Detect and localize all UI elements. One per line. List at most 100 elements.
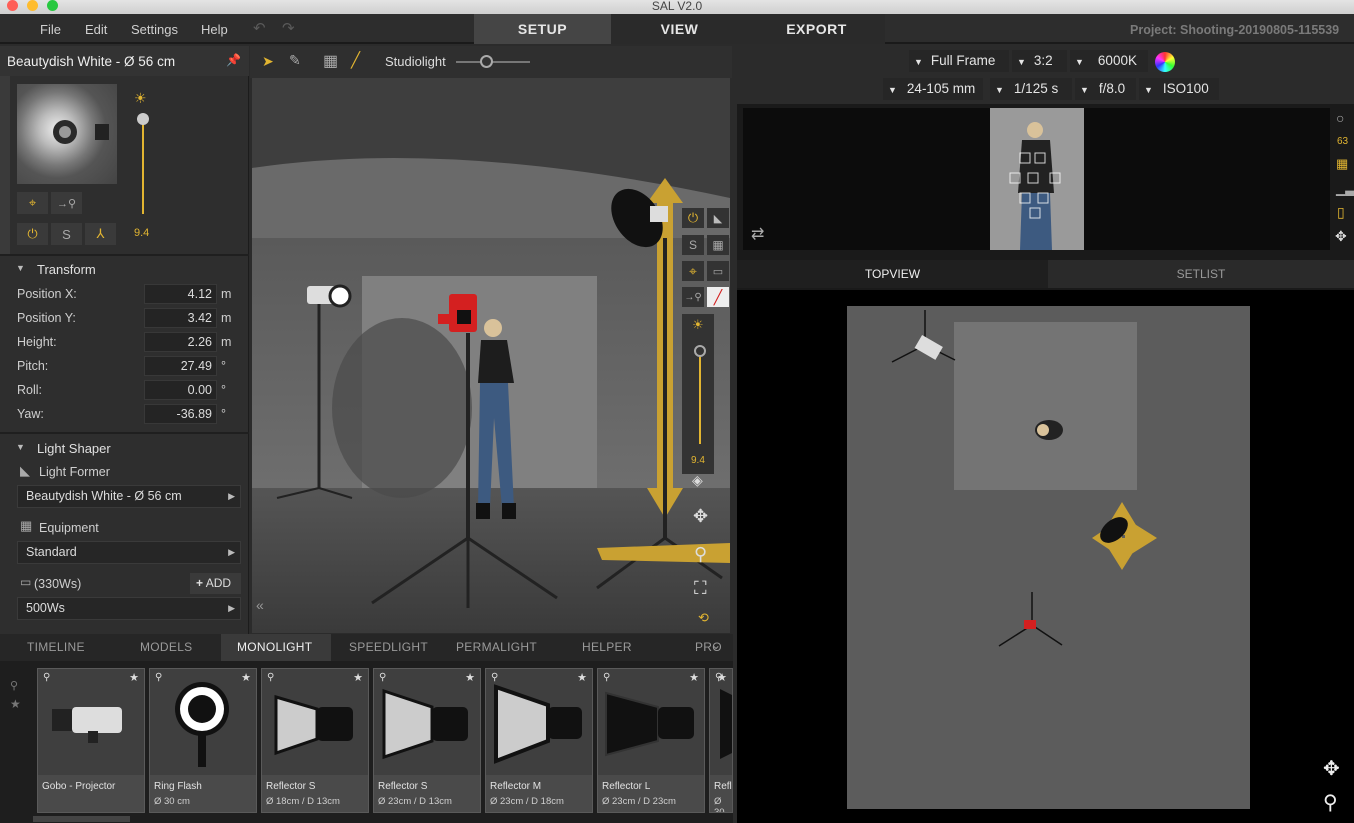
zoom-window-button[interactable] <box>47 0 58 11</box>
star-filter-icon[interactable]: ★ <box>10 697 21 711</box>
light-power-button[interactable]: ⏻ <box>682 208 704 228</box>
tab-setup[interactable]: SETUP <box>474 14 611 44</box>
topview-beautydish[interactable] <box>1092 502 1157 570</box>
transform-section-header[interactable]: ▼ Transform <box>0 260 249 286</box>
transform-value-field[interactable]: 2.26 <box>144 332 217 352</box>
intensity-slider-track[interactable] <box>142 114 144 214</box>
library-card[interactable]: ⚲ ★ Reflector L Ø 23cm / D 23cm <box>597 668 705 813</box>
topview-zoom-icon[interactable]: ⚲ <box>1323 790 1338 815</box>
light-intensity-slider[interactable]: ☀ 9.4 <box>682 314 714 474</box>
measure-icon[interactable]: ✎ <box>289 52 301 69</box>
minimize-window-button[interactable] <box>27 0 38 11</box>
topview-left-light[interactable] <box>891 310 956 363</box>
color-wheel-icon[interactable] <box>1155 52 1175 72</box>
equipment-dropdown[interactable]: Standard ▶ <box>17 541 241 564</box>
transform-value-field[interactable]: 0.00 <box>144 380 217 400</box>
focus-points-icon[interactable]: ▦ <box>1336 156 1348 172</box>
ratio-select[interactable]: ▼ 3:2 <box>1012 50 1067 72</box>
star-icon[interactable]: ★ <box>577 671 587 684</box>
line-tool-icon[interactable]: ╱ <box>351 51 360 69</box>
close-window-button[interactable] <box>7 0 18 11</box>
menu-edit[interactable]: Edit <box>85 22 107 37</box>
tab-view[interactable]: VIEW <box>611 14 748 44</box>
light-solo-button[interactable]: S <box>682 235 704 255</box>
library-card[interactable]: ⚲ ★ Reflector S Ø 23cm / D 13cm <box>373 668 481 813</box>
power-button[interactable]: ⏻ <box>17 223 48 245</box>
target-button[interactable]: ⌖ <box>17 192 48 214</box>
menu-settings[interactable]: Settings <box>131 22 178 37</box>
tab-topview[interactable]: TOPVIEW <box>737 260 1048 288</box>
studiolight-slider-knob[interactable] <box>479 55 493 68</box>
circle-icon[interactable]: ○ <box>1336 110 1344 126</box>
swap-icon[interactable]: ⇄ <box>751 224 764 244</box>
redo-icon[interactable]: ↷ <box>282 19 295 37</box>
star-icon[interactable]: ★ <box>689 671 699 684</box>
select-arrow-icon[interactable]: ➤ <box>262 53 274 70</box>
pin-icon[interactable]: ⚲ <box>491 672 498 683</box>
transform-value-field[interactable]: 27.49 <box>144 356 217 376</box>
sensor-select[interactable]: ▼ Full Frame <box>909 50 1009 72</box>
pin-filter-icon[interactable]: ⚲ <box>10 679 18 692</box>
pin-icon[interactable]: ⚲ <box>267 672 274 683</box>
solo-button[interactable]: S <box>51 223 82 245</box>
whitebalance-select[interactable]: ▼ 6000K <box>1070 50 1148 72</box>
tab-setlist[interactable]: SETLIST <box>1048 260 1354 288</box>
light-former-dropdown[interactable]: Beautydish White - Ø 56 cm ▶ <box>17 485 241 508</box>
chevron-down-icon[interactable]: ⌄ <box>711 638 721 652</box>
library-card[interactable]: ⚲ ★ Reflector M Ø 23cm / D 18cm <box>485 668 593 813</box>
undo-icon[interactable]: ↶ <box>253 19 266 37</box>
slider-knob[interactable] <box>694 345 706 357</box>
topview-red-light[interactable] <box>998 592 1063 647</box>
pin-icon[interactable]: ⚲ <box>603 672 610 683</box>
pin-icon[interactable]: ⚲ <box>379 672 386 683</box>
light-target-button[interactable]: ⌖ <box>682 261 704 281</box>
star-icon[interactable]: ★ <box>129 671 139 684</box>
tab-models[interactable]: MODELS <box>140 640 192 654</box>
collapse-left-icon[interactable]: « <box>256 597 264 613</box>
grid-icon[interactable]: ▦ <box>323 51 338 71</box>
iso-select[interactable]: ▼ ISO100 <box>1139 78 1219 100</box>
studiolight-slider[interactable] <box>456 61 530 63</box>
light-head-button[interactable]: ▭ <box>707 261 729 281</box>
shutter-select[interactable]: ▼ 1/125 s <box>990 78 1072 100</box>
tab-timeline[interactable]: TIMELINE <box>27 640 85 654</box>
library-card[interactable]: ⚲ ★ Reflector S Ø 18cm / D 13cm <box>261 668 369 813</box>
library-scrollbar[interactable] <box>33 816 130 822</box>
nav-pad-icon[interactable]: ✥ <box>1335 228 1347 245</box>
stand-button[interactable]: ⅄ <box>85 223 116 245</box>
aperture-select[interactable]: ▼ f/8.0 <box>1075 78 1136 100</box>
tab-helper[interactable]: HELPER <box>582 640 632 654</box>
histogram-icon[interactable]: ▁▃ <box>1336 182 1354 196</box>
menu-help[interactable]: Help <box>201 22 228 37</box>
star-icon[interactable]: ★ <box>241 671 251 684</box>
light-grid-button[interactable]: ▦ <box>707 235 729 255</box>
library-card[interactable]: ⚲ ★ Gobo - Projector <box>37 668 145 813</box>
portrait-frame-icon[interactable]: ▯ <box>1337 204 1345 221</box>
fit-view-icon[interactable]: ⛶ <box>694 578 707 599</box>
star-icon[interactable]: ★ <box>717 671 727 684</box>
topview-model[interactable] <box>1035 420 1063 440</box>
add-button[interactable]: + ADD <box>190 573 241 594</box>
tab-speedlight[interactable]: SPEEDLIGHT <box>349 640 428 654</box>
power-dropdown[interactable]: 500Ws ▶ <box>17 597 241 620</box>
zoom-icon[interactable]: ⚲ <box>694 544 707 565</box>
library-card[interactable]: ⚲ ★ Refl Ø 30 <box>709 668 733 813</box>
orbit-icon[interactable]: ◈ <box>692 472 703 489</box>
star-icon[interactable]: ★ <box>465 671 475 684</box>
transform-value-field[interactable]: 3.42 <box>144 308 217 328</box>
pin-icon[interactable]: ⚲ <box>155 672 162 683</box>
tab-export[interactable]: EXPORT <box>748 14 885 44</box>
transform-value-field[interactable]: 4.12 <box>144 284 217 304</box>
lightshaper-section-header[interactable]: ▼ Light Shaper <box>0 439 249 465</box>
tab-permalight[interactable]: PERMALIGHT <box>456 640 537 654</box>
menu-file[interactable]: File <box>40 22 61 37</box>
lens-select[interactable]: ▼ 24-105 mm <box>883 78 983 100</box>
light-former-toggle[interactable]: ◣ <box>707 208 729 228</box>
transform-value-field[interactable]: -36.89 <box>144 404 217 424</box>
light-disable-button[interactable]: ╱ <box>707 287 729 307</box>
tab-monolight[interactable]: MONOLIGHT <box>237 640 312 654</box>
library-card[interactable]: ⚲ ★ Ring Flash Ø 30 cm <box>149 668 257 813</box>
topview-canvas[interactable]: ✥ ⚲ <box>737 290 1354 823</box>
topview-move-icon[interactable]: ✥ <box>1323 756 1340 781</box>
move-arrows-icon[interactable]: ✥ <box>693 506 708 527</box>
